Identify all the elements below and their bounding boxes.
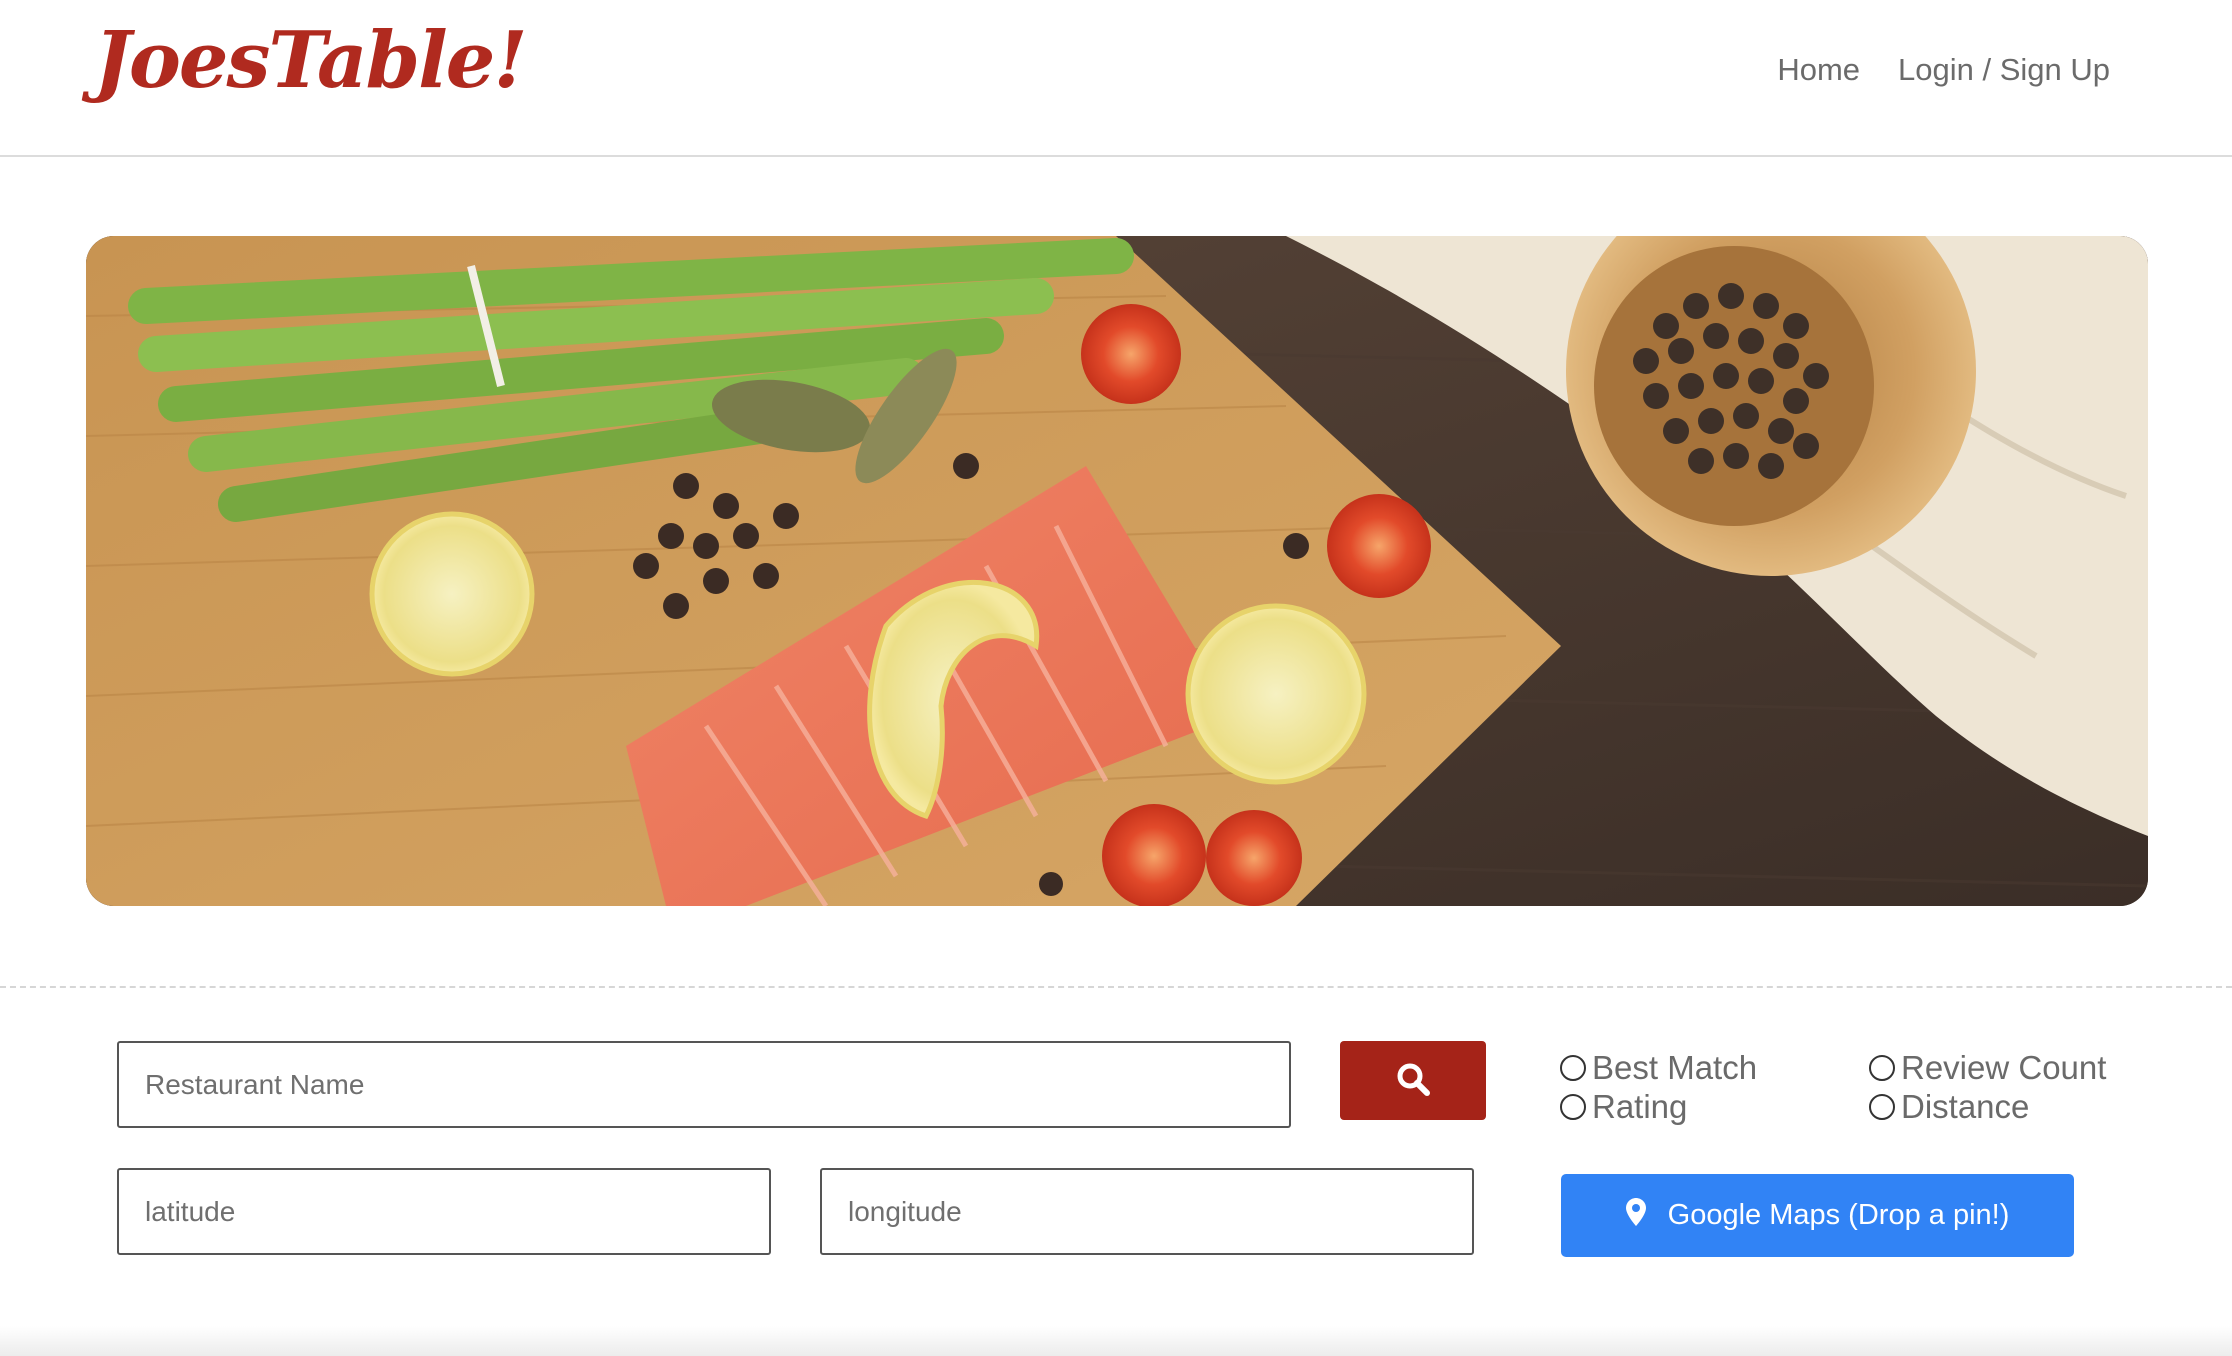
longitude-input[interactable] xyxy=(820,1168,1474,1255)
main-nav: Home Login / Sign Up xyxy=(1777,52,2110,88)
sort-option-best-match[interactable]: Best Match xyxy=(1560,1049,1757,1087)
sort-option-distance[interactable]: Distance xyxy=(1869,1088,2029,1126)
sort-option-review-count[interactable]: Review Count xyxy=(1869,1049,2106,1087)
search-button[interactable] xyxy=(1340,1041,1486,1120)
section-divider xyxy=(0,986,2232,988)
nav-home-link[interactable]: Home xyxy=(1777,52,1860,88)
map-pin-icon xyxy=(1625,1197,1646,1234)
site-logo[interactable]: JoesTable! xyxy=(94,14,528,108)
radio-review-count[interactable] xyxy=(1869,1055,1895,1081)
restaurant-name-input[interactable] xyxy=(117,1041,1291,1128)
sort-label-review-count: Review Count xyxy=(1901,1049,2107,1086)
radio-rating[interactable] xyxy=(1560,1094,1586,1120)
sort-label-best-match: Best Match xyxy=(1592,1049,1758,1086)
search-icon xyxy=(1395,1061,1431,1100)
hero-food-image xyxy=(86,236,2148,906)
sort-label-distance: Distance xyxy=(1901,1088,2030,1125)
page-bottom-shade xyxy=(0,1326,2232,1356)
latitude-input[interactable] xyxy=(117,1168,771,1255)
nav-login-signup-link[interactable]: Login / Sign Up xyxy=(1898,52,2110,88)
radio-best-match[interactable] xyxy=(1560,1055,1586,1081)
google-maps-label: Google Maps (Drop a pin!) xyxy=(1667,1199,2010,1231)
google-maps-button[interactable]: Google Maps (Drop a pin!) xyxy=(1561,1174,2074,1257)
site-header: JoesTable! Home Login / Sign Up xyxy=(0,0,2232,157)
hero-illustration xyxy=(86,236,2148,906)
radio-distance[interactable] xyxy=(1869,1094,1895,1120)
sort-label-rating: Rating xyxy=(1592,1088,1688,1125)
sort-option-rating[interactable]: Rating xyxy=(1560,1088,1687,1126)
